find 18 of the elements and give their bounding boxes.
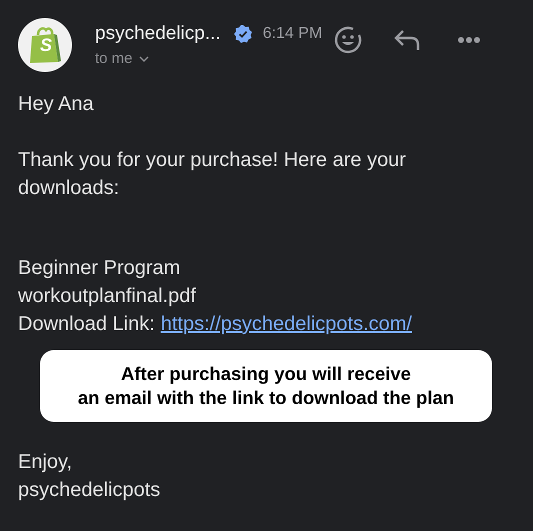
- chevron-down-icon: [138, 56, 149, 62]
- sent-time: 6:14 PM: [262, 25, 322, 43]
- message-text: Thank you for your purchase! Here are your downloads:: [18, 148, 407, 201]
- more-options-icon[interactable]: [457, 36, 481, 44]
- callout-note: After purchasing you will receive an email with the link to download the plan: [40, 350, 492, 422]
- file-name: workoutplanfinal.pdf: [18, 284, 197, 309]
- sender-name: psychedelicp...: [95, 23, 221, 45]
- shopping-bag-logo: [28, 26, 62, 64]
- download-link[interactable]: https://psychedelicpots.com/: [160, 310, 412, 338]
- reply-icon[interactable]: [393, 28, 421, 52]
- download-link-label: Download Link:: [18, 312, 155, 337]
- emoji-reaction-icon[interactable]: [333, 25, 363, 55]
- signoff-text: psychedelicpots: [18, 478, 162, 503]
- greeting-text: Hey Ana: [18, 92, 95, 117]
- product-name: Beginner Program: [18, 256, 182, 281]
- logo-letter: S: [40, 35, 52, 56]
- recipient-dropdown[interactable]: to me: [95, 50, 149, 67]
- signoff-text: Enjoy,: [18, 450, 74, 475]
